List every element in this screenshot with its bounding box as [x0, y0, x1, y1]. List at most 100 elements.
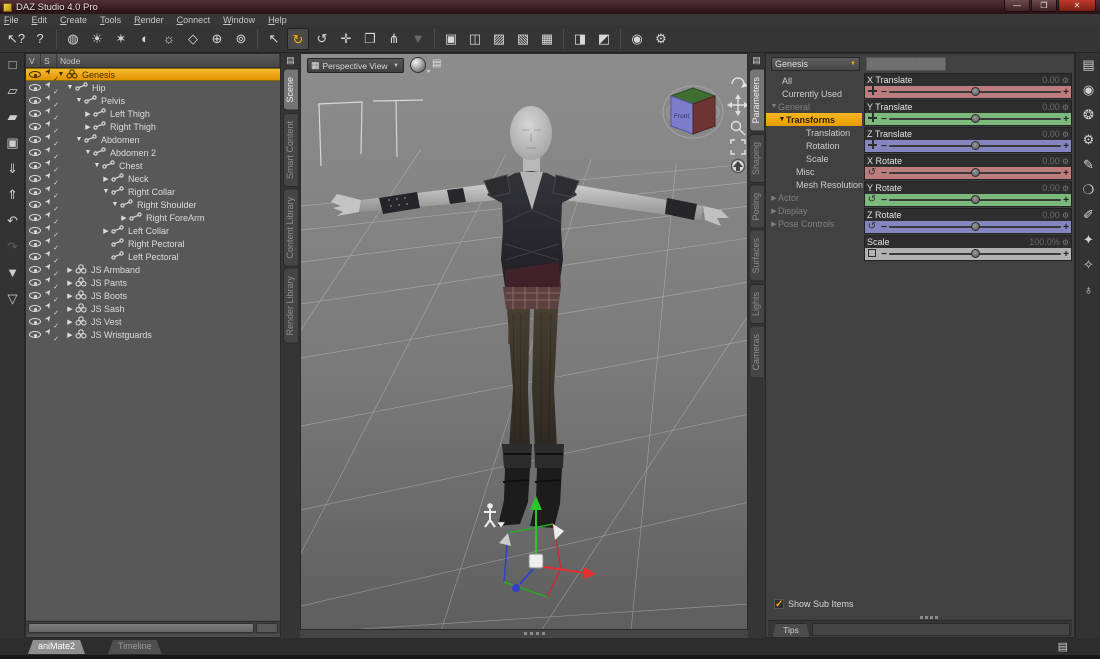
- translate-tool-icon[interactable]: ✛: [335, 28, 357, 50]
- param-nav-pose-controls[interactable]: ▶ Pose Controls: [766, 217, 862, 230]
- expand-arrow-icon[interactable]: ▼: [75, 136, 83, 143]
- param-nav-general[interactable]: ▼ General: [766, 100, 862, 113]
- visibility-eye-icon[interactable]: [29, 71, 41, 78]
- slider-decrement-button[interactable]: −: [879, 114, 889, 125]
- param-nav-all[interactable]: All: [766, 74, 862, 87]
- active-pose-tool-icon[interactable]: ↺: [311, 28, 333, 50]
- visibility-eye-icon[interactable]: [29, 292, 41, 299]
- selectable-cursor-icon[interactable]: [45, 330, 59, 343]
- home-icon[interactable]: [730, 158, 746, 174]
- gear-icon[interactable]: ⚙: [1062, 103, 1069, 112]
- scrollbar-button[interactable]: [256, 623, 278, 633]
- menu-connect[interactable]: Connect: [177, 15, 211, 25]
- expand-arrow-icon[interactable]: ▶: [66, 331, 74, 339]
- gear-icon[interactable]: ⚙: [1062, 157, 1069, 166]
- visibility-eye-icon[interactable]: [29, 331, 41, 338]
- pose-pencil-icon[interactable]: ✎: [1076, 153, 1100, 178]
- rotate-tool-icon[interactable]: ↻: [287, 27, 309, 50]
- param-nav-misc[interactable]: Misc: [766, 165, 862, 178]
- slider-increment-button[interactable]: +: [1061, 114, 1071, 125]
- scene-tree-item[interactable]: ▶ Neck: [26, 172, 280, 187]
- slider-track[interactable]: [889, 87, 1061, 96]
- camera-cube-icon[interactable]: ◨: [569, 28, 591, 50]
- measure-pencil-icon[interactable]: ✐: [1076, 203, 1100, 228]
- close-button[interactable]: ✕: [1058, 0, 1096, 12]
- column-visibility[interactable]: V: [26, 54, 41, 67]
- gizmo-center-handle[interactable]: [528, 553, 544, 569]
- param-nav-currently-used[interactable]: Currently Used: [766, 87, 862, 100]
- column-node[interactable]: Node: [57, 54, 280, 67]
- dock-tab-parameters[interactable]: Parameters: [748, 69, 765, 132]
- bottom-tab-animate2[interactable]: aniMate2: [28, 640, 85, 654]
- new-point-light-icon[interactable]: ✶: [110, 28, 132, 50]
- settings-gears-icon[interactable]: ⚙: [1076, 128, 1100, 153]
- param-nav-mesh-resolution[interactable]: Mesh Resolution: [766, 178, 863, 191]
- visibility-eye-icon[interactable]: [29, 227, 41, 234]
- visibility-eye-icon[interactable]: [29, 136, 41, 143]
- scene-tree-item[interactable]: ▼ Genesis: [26, 68, 280, 83]
- scene-tree-item[interactable]: Right Pectoral: [26, 237, 280, 252]
- new-distant-light-icon[interactable]: ◐: [134, 28, 156, 50]
- slider-handle[interactable]: [971, 249, 980, 258]
- slider-decrement-button[interactable]: −: [879, 168, 889, 179]
- expand-arrow-icon[interactable]: ▶: [770, 194, 778, 202]
- expand-arrow-icon[interactable]: ▼: [778, 116, 786, 123]
- slider-track[interactable]: [889, 222, 1061, 231]
- scene-tree-item[interactable]: ▶ Left Collar: [26, 224, 280, 239]
- scale-tool-icon[interactable]: ❐: [359, 28, 381, 50]
- scene-pane-menu-icon[interactable]: ▤: [281, 53, 300, 67]
- visibility-eye-icon[interactable]: [29, 84, 41, 91]
- expand-arrow-icon[interactable]: ▶: [102, 227, 110, 235]
- expand-arrow-icon[interactable]: ▶: [120, 214, 128, 222]
- viewport-bottom-splitter[interactable]: [300, 630, 748, 638]
- menu-window[interactable]: Window: [223, 15, 255, 25]
- slider-track[interactable]: [889, 249, 1061, 258]
- scene-tree-item[interactable]: ▼ Pelvis: [26, 94, 280, 109]
- scene-tree-item[interactable]: ▶ JS Wristguards: [26, 328, 280, 343]
- params-splitter-handle[interactable]: [920, 616, 940, 619]
- muscle-arm-1-icon[interactable]: ✦: [1076, 228, 1100, 253]
- viewport-3d[interactable]: Front ▦ Perspective View ▼ ▾ ▤: [300, 53, 748, 630]
- expand-arrow-icon[interactable]: ▶: [770, 220, 778, 228]
- visibility-eye-icon[interactable]: [29, 305, 41, 312]
- weight-map-brush-icon[interactable]: ▨: [488, 28, 510, 50]
- muscle-arm-2-icon[interactable]: ✧: [1076, 253, 1100, 278]
- slider-track[interactable]: [889, 114, 1061, 123]
- visibility-eye-icon[interactable]: [29, 162, 41, 169]
- scene-tree-item[interactable]: ▼ Right Collar: [26, 185, 280, 200]
- expand-arrow-icon[interactable]: ▶: [84, 110, 92, 118]
- undo-icon[interactable]: ↶: [0, 209, 25, 235]
- slider-handle[interactable]: [971, 87, 980, 96]
- viewport-canvas[interactable]: Front: [301, 54, 748, 630]
- expand-arrow-icon[interactable]: ▶: [66, 279, 74, 287]
- scene-tree-item[interactable]: ▶ JS Boots: [26, 289, 280, 304]
- dock-tab-content-library[interactable]: Content Library: [282, 188, 299, 267]
- visibility-eye-icon[interactable]: [29, 279, 41, 286]
- slider-decrement-button[interactable]: −: [879, 87, 889, 98]
- menu-create[interactable]: Create: [60, 15, 87, 25]
- visibility-eye-icon[interactable]: [29, 123, 41, 130]
- param-nav-display[interactable]: ▶ Display: [766, 204, 862, 217]
- visibility-eye-icon[interactable]: [29, 110, 41, 117]
- gear-icon[interactable]: ⚙: [1062, 76, 1069, 85]
- visibility-eye-icon[interactable]: [29, 214, 41, 221]
- new-camera-icon[interactable]: ◍: [62, 28, 84, 50]
- tool-dropdown-icon[interactable]: ▼: [407, 28, 429, 50]
- expand-arrow-icon[interactable]: ▶: [66, 266, 74, 274]
- expand-arrow-icon[interactable]: ▶: [66, 305, 74, 313]
- gear-icon[interactable]: ⚙: [1062, 238, 1069, 247]
- polygon-group-editor-icon[interactable]: ▦: [536, 28, 558, 50]
- open-scene-icon[interactable]: ▱: [0, 79, 25, 105]
- slider-track[interactable]: [889, 195, 1061, 204]
- slider-handle[interactable]: [971, 195, 980, 204]
- bottom-tab-timeline[interactable]: Timeline: [108, 640, 162, 654]
- expand-arrow-icon[interactable]: ▼: [66, 84, 74, 91]
- visibility-eye-icon[interactable]: [29, 175, 41, 182]
- minimize-button[interactable]: —: [1004, 0, 1030, 12]
- dock-tab-shaping[interactable]: Shaping: [748, 133, 765, 183]
- scene-tree-item[interactable]: ▼ Abdomen: [26, 133, 280, 148]
- viewport-menu-icon[interactable]: ▤: [432, 58, 441, 69]
- help-tool-icon[interactable]: ?: [29, 28, 51, 50]
- figure-selector-dropdown[interactable]: Genesis: [771, 57, 860, 71]
- show-sub-items-checkbox[interactable]: ✓: [774, 599, 784, 610]
